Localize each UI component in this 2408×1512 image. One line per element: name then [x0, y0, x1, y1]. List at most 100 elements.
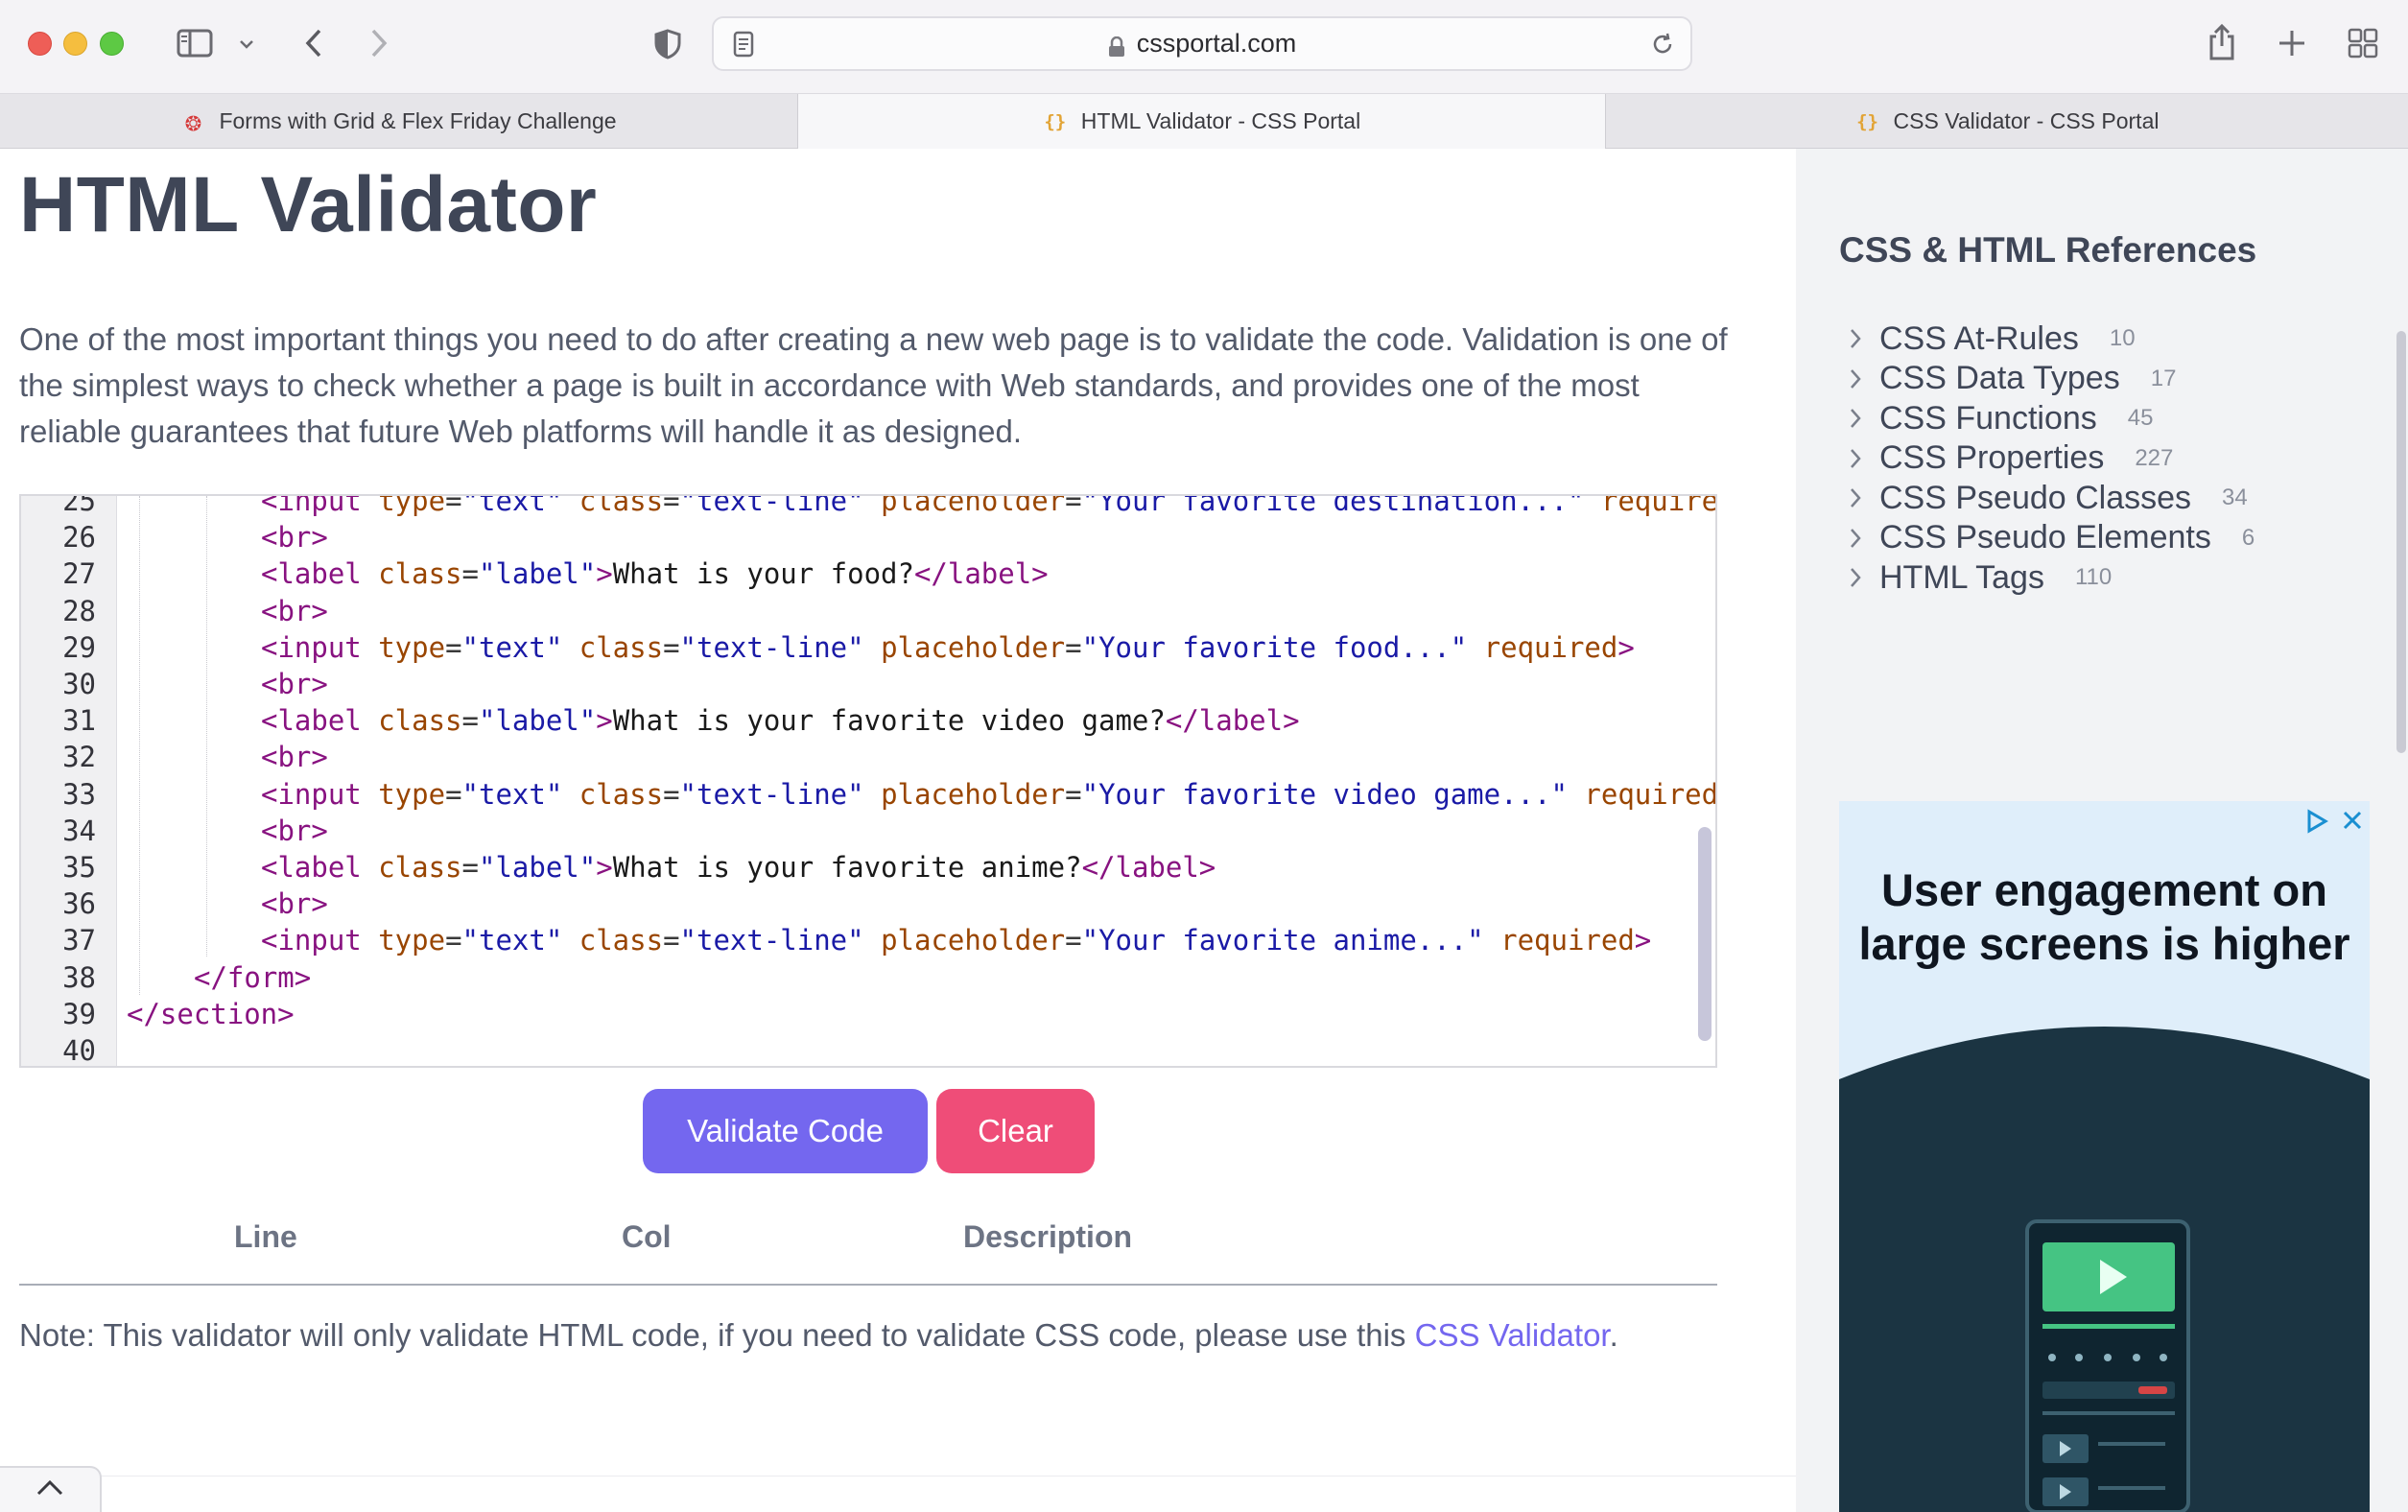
reference-item[interactable]: HTML Tags 110: [1839, 554, 2112, 602]
page-title: HTML Validator: [19, 161, 598, 248]
chevron-right-icon: [1839, 442, 1872, 475]
code-line: 34 <br>: [21, 813, 1652, 849]
code-text: <label class="label">What is your food?<…: [261, 557, 1049, 591]
line-number: 39: [62, 997, 96, 1030]
reference-label: CSS At-Rules: [1879, 319, 2079, 357]
code-text: <br>: [261, 741, 328, 774]
line-number: 25: [62, 494, 96, 517]
reference-label: CSS Properties: [1879, 439, 2105, 476]
code-text: <br>: [261, 814, 328, 847]
chevron-right-icon: [1839, 402, 1872, 435]
reference-label: CSS Pseudo Elements: [1879, 519, 2211, 555]
favicon-icon: ❂: [185, 106, 201, 137]
bottom-bar: [0, 1476, 1796, 1512]
code-text: <br>: [261, 668, 328, 700]
zoom-window-button[interactable]: [100, 32, 124, 56]
css-validator-link[interactable]: CSS Validator: [1415, 1317, 1610, 1353]
line-number: 37: [62, 924, 96, 957]
chevron-right-icon: [1839, 363, 1872, 395]
line-number: 38: [62, 960, 96, 994]
code-text: <label class="label">What is your favori…: [261, 851, 1216, 884]
favicon-icon: {}: [1044, 110, 1067, 132]
code-line: 29 <input type="text" class="text-line" p…: [21, 629, 1652, 666]
code-text: </section>: [127, 997, 295, 1030]
line-number: 40: [62, 1034, 96, 1067]
line-number: 28: [62, 594, 96, 627]
tab-bar: ❂ Forms with Grid & Flex Friday Challeng…: [0, 94, 2408, 149]
code-line: 27 <label class="label">What is your food…: [21, 555, 1652, 592]
note-text: Note: This validator will only validate …: [19, 1317, 1415, 1353]
chevron-right-icon: [1839, 522, 1872, 555]
advertisement[interactable]: User engagement on large screens is high…: [1839, 801, 2370, 1512]
lock-icon: [1108, 35, 1124, 57]
main-content: HTML Validator One of the most important…: [0, 149, 1796, 1512]
code-text: <br>: [261, 521, 328, 555]
line-number: 27: [62, 557, 96, 591]
code-line: 37 <input type="text" class="text-line" p…: [21, 922, 1652, 958]
address-bar[interactable]: cssportal.com: [712, 16, 1692, 71]
tab-label: CSS Validator - CSS Portal: [1893, 108, 2160, 133]
back-icon[interactable]: [299, 25, 328, 61]
reference-count: 45: [2127, 405, 2154, 431]
line-number: 35: [62, 851, 96, 884]
sidebar-title: CSS & HTML References: [1839, 230, 2257, 270]
code-line: 30 <br>: [21, 666, 1652, 702]
code-line: 36 <br>: [21, 886, 1652, 922]
code-line: 33 <input type="text" class="text-line" p…: [21, 776, 1715, 813]
chevron-down-icon[interactable]: [236, 35, 257, 54]
minimize-window-button[interactable]: [63, 32, 87, 56]
browser-toolbar: cssportal.com: [0, 0, 2408, 94]
page-scrollbar[interactable]: [2396, 331, 2406, 753]
results-divider: [19, 1284, 1717, 1286]
reload-icon[interactable]: [1648, 30, 1677, 59]
chevron-right-icon: [1839, 482, 1872, 514]
line-number: 33: [62, 777, 96, 811]
url-text: cssportal.com: [1136, 29, 1297, 58]
scroll-to-top-button[interactable]: [0, 1466, 102, 1512]
reference-label: CSS Functions: [1879, 399, 2097, 437]
editor-scrollbar[interactable]: [1698, 827, 1712, 1041]
forward-icon[interactable]: [365, 25, 393, 61]
favicon-icon: {}: [1856, 110, 1878, 132]
code-line: 26 <br>: [21, 519, 1652, 555]
code-line: 32 <br>: [21, 739, 1652, 775]
code-text: </form>: [194, 960, 312, 994]
reference-label: HTML Tags: [1879, 558, 2044, 596]
tab-label: HTML Validator - CSS Portal: [1080, 108, 1361, 133]
code-text: <input type="text" class="text-line" pla…: [261, 924, 1652, 957]
reference-count: 227: [2135, 444, 2174, 471]
code-text: <label class="label">What is your favori…: [261, 704, 1300, 738]
tab-overview-icon[interactable]: [2347, 27, 2379, 59]
line-number: 29: [62, 630, 96, 664]
reference-count: 110: [2074, 564, 2113, 590]
shield-icon[interactable]: [652, 27, 683, 61]
line-number: 30: [62, 668, 96, 700]
sidebar-toggle-icon[interactable]: [176, 27, 214, 59]
note-suffix: .: [1609, 1317, 1618, 1353]
clear-button[interactable]: Clear: [936, 1089, 1095, 1173]
code-editor[interactable]: 25 <input type="text" class="text-line" p…: [19, 494, 1717, 1068]
code-text: <input type="text" class="text-line" pla…: [261, 494, 1717, 517]
close-window-button[interactable]: [28, 32, 52, 56]
line-number: 26: [62, 521, 96, 555]
reader-icon[interactable]: [731, 30, 756, 59]
code-line: 35 <label class="label">What is your favo…: [21, 849, 1652, 886]
reference-count: 6: [2241, 524, 2255, 551]
sidebar: CSS & HTML References CSS At-Rules 10 CSS …: [1796, 149, 2408, 1512]
code-line: 28 <br>: [21, 593, 1652, 629]
reference-label: CSS Data Types: [1879, 360, 2120, 396]
tab-label: Forms with Grid & Flex Friday Challenge: [219, 108, 617, 133]
code-text: <input type="text" class="text-line" pla…: [261, 777, 1717, 811]
ad-phone-illustration: [1839, 1027, 2370, 1512]
chevron-right-icon: [1839, 561, 1872, 594]
tab-forms-challenge[interactable]: ❂ Forms with Grid & Flex Friday Challeng…: [0, 94, 798, 149]
new-tab-icon[interactable]: [2276, 27, 2308, 59]
validate-code-button[interactable]: Validate Code: [643, 1089, 928, 1173]
reference-count: 17: [2150, 365, 2177, 391]
tab-html-validator[interactable]: {} HTML Validator - CSS Portal: [798, 94, 1606, 149]
share-icon[interactable]: [2205, 21, 2239, 63]
code-line: 39 </section>: [21, 996, 1652, 1032]
tab-css-validator[interactable]: {} CSS Validator - CSS Portal: [1606, 94, 2408, 149]
code-line: 31 <label class="label">What is your favo…: [21, 702, 1652, 739]
reference-count: 34: [2222, 484, 2248, 510]
